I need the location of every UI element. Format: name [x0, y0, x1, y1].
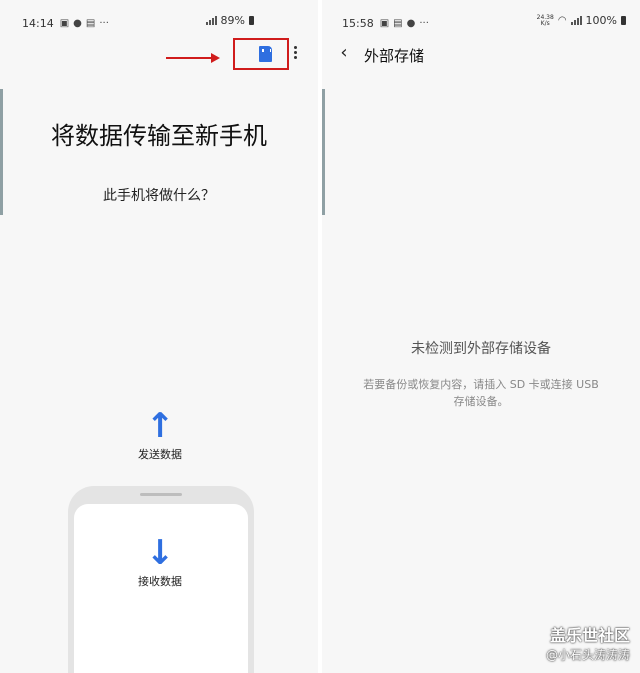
empty-state-title: 未检测到外部存储设备 — [411, 341, 551, 357]
message-icon: ▤ — [85, 17, 96, 29]
battery-icon — [621, 16, 626, 25]
back-button[interactable]: ‹ — [334, 43, 354, 63]
arrow-up-icon: ↑ — [145, 406, 175, 446]
gallery-icon: ▣ — [379, 17, 390, 29]
more-notifications-icon: ··· — [99, 17, 109, 29]
arrow-down-icon: ↓ — [145, 533, 175, 573]
empty-state-description: 若要备份或恢复内容，请插入 SD 卡或连接 USB 存储设备。 — [363, 378, 599, 408]
network-speed-unit: K/s — [540, 19, 550, 27]
status-time: 15:58 — [342, 16, 374, 30]
battery-icon — [249, 16, 254, 25]
page-title: 将数据传输至新手机 — [51, 122, 267, 150]
signal-icon — [570, 16, 582, 25]
sd-card-button[interactable] — [255, 45, 275, 63]
phone-speaker — [140, 493, 182, 496]
notification-icon: ▤ — [393, 17, 403, 29]
watermark-community: 盖乐世社区 — [549, 626, 630, 645]
chat-icon: ● — [73, 17, 82, 29]
header-title: 外部存储 — [364, 47, 425, 65]
right-screen: 15:58 ▣ ▤ ● ··· 24.38 K/s ◠ 100% ‹ 外部存储 … — [322, 0, 640, 673]
left-screen: 14:14 ▣ ● ▤ ··· 89% 将数据传输至新手机 此手机将做什么？ ↑… — [0, 0, 318, 673]
wifi-icon: ◠ — [557, 15, 567, 26]
chat-icon: ● — [406, 17, 416, 29]
more-vert-icon — [293, 46, 297, 49]
notification-icon: ▣ — [59, 17, 70, 29]
receive-data-label: 接收数据 — [138, 575, 182, 588]
page-subtitle: 此手机将做什么？ — [103, 188, 215, 204]
annotation-arrow — [166, 53, 220, 63]
status-bar-left: 14:14 ▣ ● ▤ ··· — [22, 14, 113, 32]
battery-percent: 89% — [220, 14, 245, 27]
send-data-label: 发送数据 — [138, 448, 182, 461]
status-time: 14:14 — [22, 16, 54, 30]
chevron-left-icon: ‹ — [340, 42, 348, 63]
more-options-button[interactable] — [290, 44, 300, 64]
status-bar-right: 89% — [205, 14, 254, 27]
status-bar-right: 24.38 K/s ◠ 100% — [537, 14, 626, 27]
sd-card-icon — [259, 46, 272, 62]
send-data-button[interactable]: ↑ 发送数据 — [110, 408, 210, 462]
scroll-edge-indicator — [322, 89, 325, 215]
network-speed: 24.38 K/s — [537, 14, 554, 27]
signal-icon — [205, 16, 217, 25]
status-bar-left: 15:58 ▣ ▤ ● ··· — [342, 14, 433, 32]
battery-percent: 100% — [585, 14, 617, 27]
more-notifications-icon: ··· — [419, 17, 429, 29]
watermark-author: @小石头涛涛涛 — [545, 648, 630, 662]
receive-data-button[interactable]: ↓ 接收数据 — [110, 535, 210, 589]
